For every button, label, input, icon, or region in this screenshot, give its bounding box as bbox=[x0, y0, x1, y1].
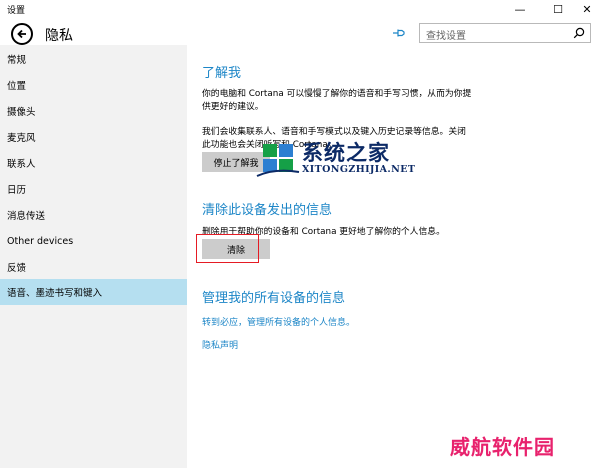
sidebar-item-feedback[interactable]: 反馈 bbox=[0, 254, 187, 280]
sidebar-item-location[interactable]: 位置 bbox=[0, 72, 187, 98]
close-button[interactable]: ✕ bbox=[572, 0, 600, 18]
section-title-clear-device-info: 清除此设备发出的信息 bbox=[202, 203, 333, 218]
sidebar-item-label: 语音、墨迹书写和键入 bbox=[7, 288, 103, 299]
sidebar-item-camera[interactable]: 摄像头 bbox=[0, 98, 187, 124]
logo-mark-icon bbox=[256, 144, 300, 177]
sidebar-item-general[interactable]: 常规 bbox=[0, 46, 187, 72]
window-title: 设置 bbox=[7, 6, 26, 16]
highlight-box bbox=[196, 234, 259, 263]
sidebar-item-contacts[interactable]: 联系人 bbox=[0, 150, 187, 176]
sidebar-item-label: Other devices bbox=[7, 235, 74, 247]
section-title-manage-all-devices: 管理我的所有设备的信息 bbox=[202, 291, 346, 306]
search-box[interactable] bbox=[419, 23, 591, 46]
section-title-getting-to-know-you: 了解我 bbox=[202, 66, 242, 81]
sidebar-item-messaging[interactable]: 消息传送 bbox=[0, 202, 187, 228]
back-arrow-icon bbox=[17, 29, 26, 39]
sidebar-item-microphone[interactable]: 麦克风 bbox=[0, 124, 187, 150]
sidebar-item-speech-inking-typing[interactable]: 语音、墨迹书写和键入 bbox=[0, 279, 187, 305]
search-icon[interactable] bbox=[573, 27, 585, 39]
title-bar: 设置 — ☐ ✕ bbox=[0, 0, 600, 18]
sidebar-item-label: 常规 bbox=[7, 55, 27, 66]
sidebar-item-label: 消息传送 bbox=[7, 211, 46, 222]
sidebar-item-label: 位置 bbox=[7, 81, 27, 92]
getting-to-know-you-description: 你的电脑和 Cortana 可以慢慢了解你的语音和手写习惯，从而为你提供更好的建… bbox=[202, 89, 472, 112]
sidebar-item-label: 反馈 bbox=[7, 263, 27, 274]
back-button[interactable] bbox=[11, 23, 33, 45]
maximize-button[interactable]: ☐ bbox=[543, 0, 573, 18]
watermark-domain: XITONGZHIJIA.NET bbox=[302, 164, 416, 175]
sidebar-item-label: 日历 bbox=[7, 185, 27, 196]
sidebar-item-label: 摄像头 bbox=[7, 107, 36, 118]
page-title: 隐私 bbox=[45, 28, 73, 44]
sidebar-item-label: 麦克风 bbox=[7, 133, 36, 144]
sidebar: 常规 位置 摄像头 麦克风 联系人 日历 消息传送 Other devices … bbox=[0, 45, 187, 468]
search-input[interactable] bbox=[420, 27, 570, 46]
sidebar-item-label: 联系人 bbox=[7, 159, 36, 170]
minimize-button[interactable]: — bbox=[505, 0, 535, 18]
sidebar-item-calendar[interactable]: 日历 bbox=[0, 176, 187, 202]
watermark-logo: 系统之家 XITONGZHIJIA.NET bbox=[255, 134, 455, 186]
privacy-statement-link[interactable]: 隐私声明 bbox=[202, 338, 238, 351]
watermark-brand: 系统之家 bbox=[302, 141, 390, 165]
pin-icon[interactable] bbox=[392, 27, 408, 39]
sidebar-item-other-devices[interactable]: Other devices bbox=[0, 228, 187, 254]
manage-on-bing-link[interactable]: 转到必应，管理所有设备的个人信息。 bbox=[202, 315, 355, 328]
watermark-corner: 威航软件园 bbox=[450, 435, 555, 459]
